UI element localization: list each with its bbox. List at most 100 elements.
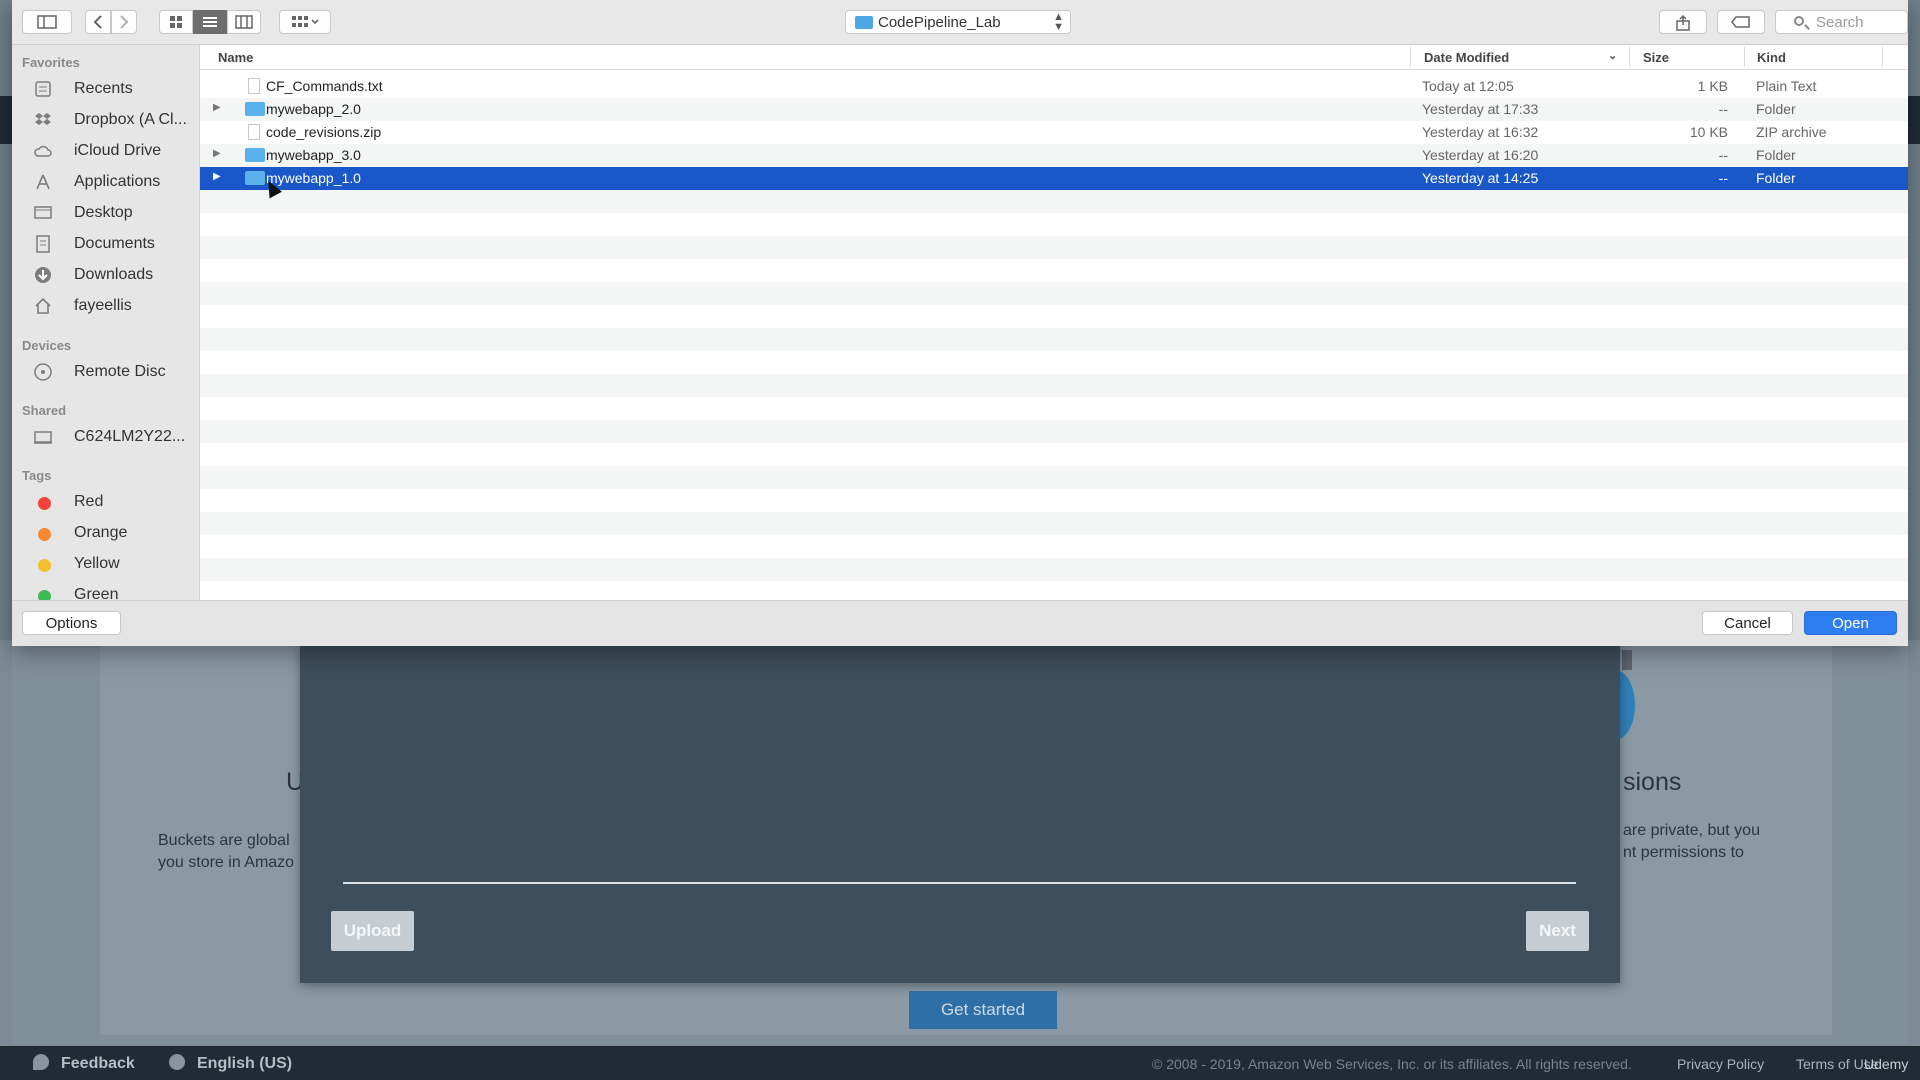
sidebar-item-applications[interactable]: Applications xyxy=(34,170,199,196)
feature-illustration-cap xyxy=(1622,650,1632,670)
documents-icon xyxy=(36,235,50,253)
column-view-button[interactable] xyxy=(227,10,261,34)
sidebar-tag-yellow[interactable]: Yellow xyxy=(34,552,199,578)
forward-button[interactable] xyxy=(111,10,137,34)
tag-button[interactable] xyxy=(1717,10,1765,34)
language-selector[interactable]: English (US) xyxy=(169,1054,292,1073)
row-stripe xyxy=(200,558,1908,581)
search-placeholder: Search xyxy=(1816,14,1864,31)
sidebar-item-label: Red xyxy=(74,493,104,510)
list-view-button[interactable] xyxy=(193,10,227,34)
disc-icon xyxy=(34,363,52,381)
feedback-label: Feedback xyxy=(61,1055,135,1072)
disclosure-triangle-icon[interactable]: ▶ xyxy=(213,102,221,113)
column-size-header[interactable]: Size xyxy=(1643,50,1669,65)
path-popup[interactable]: CodePipeline_Lab ▲ ▼ xyxy=(845,10,1071,34)
row-stripe xyxy=(200,328,1908,351)
share-button[interactable] xyxy=(1659,10,1707,34)
sidebar-item-desktop[interactable]: Desktop xyxy=(34,201,199,227)
disclosure-triangle-icon[interactable]: ▶ xyxy=(213,171,221,182)
zip-archive-icon xyxy=(248,124,260,140)
column-kind-header[interactable]: Kind xyxy=(1757,50,1786,65)
right-feature-text-2: nt permissions to xyxy=(1623,844,1744,861)
privacy-link[interactable]: Privacy Policy xyxy=(1677,1056,1764,1072)
file-row[interactable]: code_revisions.zip Yesterday at 16:32 10… xyxy=(200,121,1908,144)
file-name: mywebapp_2.0 xyxy=(266,101,361,117)
file-size: -- xyxy=(1718,147,1728,163)
right-feature-heading: sions xyxy=(1623,768,1682,796)
file-kind: Folder xyxy=(1756,101,1796,117)
column-name-header[interactable]: Name xyxy=(218,50,253,65)
search-field[interactable]: Search xyxy=(1775,10,1908,34)
sidebar-item-dropbox[interactable]: Dropbox (A Cl... xyxy=(34,108,199,134)
open-button[interactable]: Open xyxy=(1804,611,1897,635)
applications-icon xyxy=(36,174,50,190)
sidebar-item-label: Desktop xyxy=(74,204,133,221)
sidebar-item-label: Yellow xyxy=(74,555,120,572)
sidebar-item-icloud[interactable]: iCloud Drive xyxy=(34,139,199,165)
upload-button[interactable]: Upload xyxy=(331,911,414,951)
sidebar-item-label: Green xyxy=(74,586,119,600)
column-date-header[interactable]: Date Modified xyxy=(1424,50,1509,65)
sort-chevron-icon: ⌄ xyxy=(1608,50,1618,62)
sidebar-item-shared-computer[interactable]: C624LM2Y22... xyxy=(34,425,199,451)
sidebar-item-label: Downloads xyxy=(74,266,154,283)
icon-view-button[interactable] xyxy=(159,10,193,34)
cancel-button[interactable]: Cancel xyxy=(1702,611,1793,635)
list-icon xyxy=(203,17,217,27)
file-size: 10 KB xyxy=(1689,124,1728,140)
folder-icon xyxy=(245,102,265,116)
file-name: code_revisions.zip xyxy=(266,124,382,140)
disclosure-triangle-icon[interactable]: ▶ xyxy=(213,148,221,159)
folder-icon xyxy=(245,148,265,162)
file-size: 1 KB xyxy=(1697,78,1728,94)
folder-icon xyxy=(855,16,873,29)
grid-icon xyxy=(170,16,182,28)
upload-modal: Upload Next xyxy=(300,640,1620,983)
sidebar-tag-red[interactable]: Red xyxy=(34,490,199,516)
copyright-text: © 2008 - 2019, Amazon Web Services, Inc.… xyxy=(1152,1056,1632,1072)
desktop-icon xyxy=(34,206,52,219)
row-stripe xyxy=(200,236,1908,259)
row-stripe xyxy=(200,581,1908,600)
sidebar-item-recents[interactable]: Recents xyxy=(34,77,199,103)
tags-heading: Tags xyxy=(22,468,52,483)
row-stripe xyxy=(200,190,1908,213)
sidebar-item-label: fayeellis xyxy=(74,297,132,314)
file-row[interactable]: CF_Commands.txt Today at 12:05 1 KB Plai… xyxy=(200,75,1908,98)
file-row-selected[interactable]: ▶ mywebapp_1.0 Yesterday at 14:25 -- Fol… xyxy=(200,167,1908,190)
sidebar-item-home[interactable]: fayeellis xyxy=(34,294,199,320)
left-feature-text-1: Buckets are global xyxy=(158,832,290,849)
path-folder-label: CodePipeline_Lab xyxy=(878,14,1001,31)
file-row[interactable]: ▶ mywebapp_3.0 Yesterday at 16:20 -- Fol… xyxy=(200,144,1908,167)
left-feature-text-2: you store in Amazo xyxy=(158,854,295,871)
cloud-icon xyxy=(34,145,52,157)
next-button[interactable]: Next xyxy=(1526,911,1589,951)
sidebar-tag-green[interactable]: Green xyxy=(34,583,199,600)
dropbox-icon xyxy=(35,113,51,125)
sidebar-toggle-icon xyxy=(37,15,57,29)
sidebar-item-label: Remote Disc xyxy=(74,363,166,380)
back-button[interactable] xyxy=(85,10,111,34)
get-started-button[interactable]: Get started xyxy=(909,991,1057,1029)
file-size: -- xyxy=(1718,170,1728,186)
file-date: Yesterday at 14:25 xyxy=(1422,170,1539,186)
sidebar-toggle-button[interactable] xyxy=(22,10,72,34)
options-button[interactable]: Options xyxy=(22,611,121,635)
file-open-dialog: CodePipeline_Lab ▲ ▼ Search Favorites Rec… xyxy=(12,0,1908,646)
sidebar-tag-orange[interactable]: Orange xyxy=(34,521,199,547)
dialog-toolbar: CodePipeline_Lab ▲ ▼ Search xyxy=(12,0,1908,45)
devices-heading: Devices xyxy=(22,338,72,353)
sidebar-item-label: Recents xyxy=(74,80,133,97)
udemy-watermark: Udemy xyxy=(1864,1056,1909,1072)
group-by-button[interactable] xyxy=(279,10,331,34)
file-size: -- xyxy=(1718,101,1728,117)
upload-progress-line xyxy=(343,882,1576,884)
sidebar-item-downloads[interactable]: Downloads xyxy=(34,263,199,289)
sidebar-item-remote-disc[interactable]: Remote Disc xyxy=(34,360,199,386)
sidebar-item-documents[interactable]: Documents xyxy=(34,232,199,258)
file-row[interactable]: ▶ mywebapp_2.0 Yesterday at 17:33 -- Fol… xyxy=(200,98,1908,121)
feedback-icon xyxy=(33,1054,49,1070)
feedback-link[interactable]: Feedback xyxy=(33,1054,135,1073)
file-date: Today at 12:05 xyxy=(1422,78,1514,94)
